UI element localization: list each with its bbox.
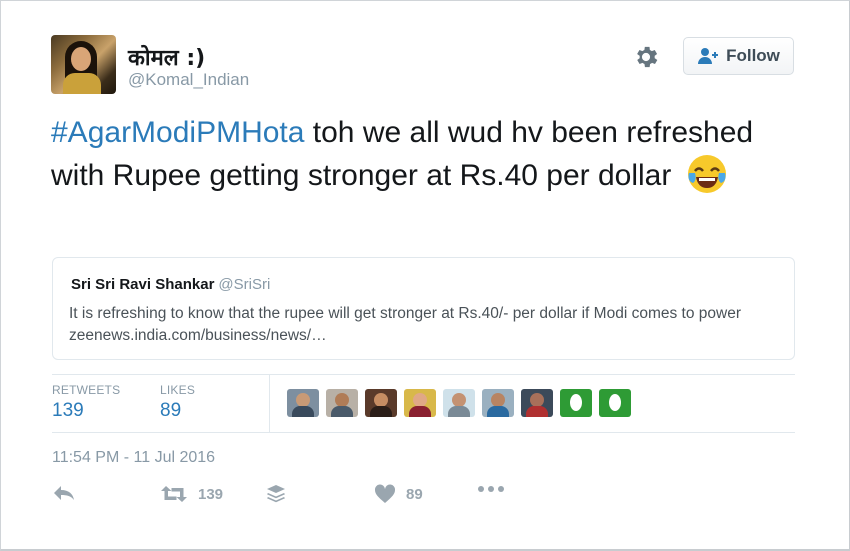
- retweets-count: 139: [52, 400, 84, 421]
- user-display-name[interactable]: कोमल :): [128, 42, 205, 72]
- liker-avatar[interactable]: [521, 389, 553, 417]
- retweets-label: RETWEETS: [52, 383, 121, 397]
- like-count: 89: [406, 485, 423, 503]
- more-button[interactable]: [477, 484, 505, 494]
- add-user-icon: [698, 48, 719, 64]
- retweets-stat[interactable]: RETWEETS 139: [52, 383, 120, 422]
- quoted-author-name: Sri Sri Ravi Shankar: [71, 276, 215, 293]
- retweet-count: 139: [198, 485, 224, 503]
- liker-avatar[interactable]: [404, 389, 436, 417]
- user-handle[interactable]: @Komal_Indian: [128, 70, 249, 90]
- quoted-author-handle: @SriSri: [218, 276, 271, 293]
- retweet-button[interactable]: 139: [160, 484, 223, 504]
- likes-count: 89: [160, 400, 182, 421]
- buffer-button[interactable]: [266, 484, 286, 504]
- quoted-tweet[interactable]: Sri Sri Ravi Shankar @SriSri It is refres…: [52, 257, 795, 360]
- stats-divider: [269, 375, 270, 432]
- liker-avatar-egg[interactable]: [599, 389, 631, 417]
- liker-avatar[interactable]: [482, 389, 514, 417]
- liker-avatar-egg[interactable]: [560, 389, 592, 417]
- liker-avatar[interactable]: [287, 389, 319, 417]
- liker-avatar[interactable]: [326, 389, 358, 417]
- reply-button[interactable]: [52, 484, 76, 502]
- likes-stat[interactable]: LIKES 89: [160, 383, 195, 422]
- hashtag-link[interactable]: #AgarModiPMHota: [51, 116, 304, 149]
- follow-label: Follow: [726, 46, 780, 65]
- like-button[interactable]: 89: [374, 484, 423, 504]
- face-with-tears-of-joy-emoji: [687, 155, 726, 193]
- layers-icon: [267, 485, 285, 503]
- liker-avatar[interactable]: [365, 389, 397, 417]
- tweet-timestamp[interactable]: 11:54 PM - 11 Jul 2016: [52, 449, 215, 467]
- tweet-text: #AgarModiPMHota toh we all wud hv been r…: [51, 113, 811, 196]
- gear-icon[interactable]: [632, 43, 660, 71]
- retweet-icon: [161, 486, 187, 502]
- user-avatar[interactable]: [51, 35, 116, 94]
- more-dots-icon: [478, 486, 504, 492]
- follow-button[interactable]: Follow: [683, 37, 794, 75]
- tweet-actions: 139 89: [52, 484, 652, 512]
- heart-icon: [374, 484, 396, 503]
- reply-icon: [54, 486, 74, 500]
- quoted-tweet-text: It is refreshing to know that the rupee …: [69, 305, 741, 344]
- liker-avatars: [287, 389, 631, 417]
- liker-avatar[interactable]: [443, 389, 475, 417]
- tweet-stats: RETWEETS 139 LIKES 89: [52, 374, 795, 433]
- likes-label: LIKES: [160, 383, 196, 397]
- quoted-author[interactable]: Sri Sri Ravi Shankar @SriSri: [71, 276, 270, 293]
